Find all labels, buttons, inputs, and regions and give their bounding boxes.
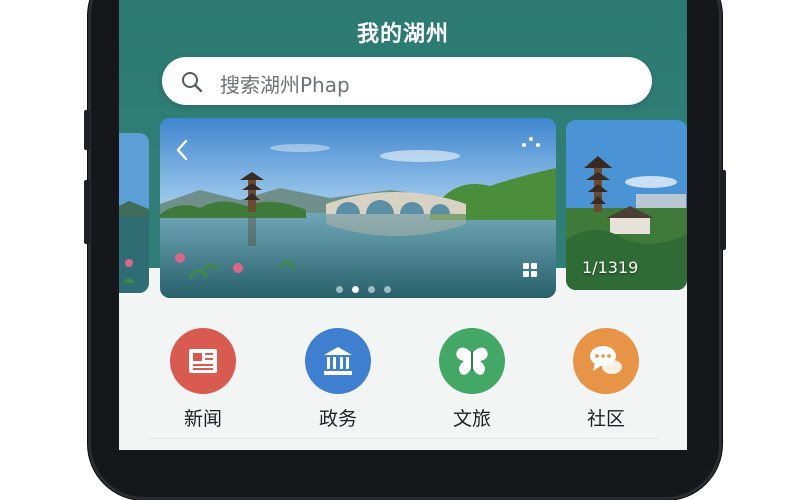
government-building-icon: [305, 328, 371, 394]
quick-access-news[interactable]: 新闻: [148, 328, 258, 431]
more-icon[interactable]: [520, 136, 542, 148]
quick-access-label: 社区: [586, 408, 625, 430]
grid-icon[interactable]: [522, 262, 538, 278]
quick-access-community[interactable]: 社区: [551, 328, 661, 431]
image-counter: 1/1319: [582, 258, 639, 277]
quick-access-culture-tourism[interactable]: 文旅: [417, 328, 527, 431]
newspaper-icon: [170, 328, 236, 394]
lake-bridge-image: [160, 118, 556, 298]
search-input[interactable]: 搜索湖州Phap: [220, 69, 350, 98]
quick-access-label: 文旅: [452, 408, 491, 430]
phone-side-button: [84, 110, 90, 150]
quick-access-government[interactable]: 政务: [283, 328, 393, 431]
chat-bubbles-icon: [573, 328, 639, 394]
page-title: 我的湖州: [356, 22, 449, 47]
carousel-dot-active[interactable]: [352, 286, 359, 293]
carousel-dot[interactable]: [368, 286, 375, 293]
search-icon: [182, 72, 203, 93]
carousel-card-prev[interactable]: [119, 133, 149, 293]
back-icon[interactable]: [174, 138, 190, 162]
carousel-dot[interactable]: [384, 286, 391, 293]
landscape-image: [119, 133, 149, 293]
carousel-card-main[interactable]: [160, 118, 556, 298]
search-bar[interactable]: 搜索湖州Phap: [162, 57, 652, 105]
butterfly-icon: [439, 328, 505, 394]
app-screen: 我的湖州 搜索湖州Phap 1/1319 新闻 政务 文旅 社区: [119, 0, 687, 450]
carousel-dot[interactable]: [336, 286, 343, 293]
divider: [149, 438, 657, 439]
quick-access-label: 政务: [318, 408, 357, 430]
phone-side-button: [720, 170, 726, 250]
phone-side-button: [84, 180, 90, 244]
carousel-pagination: [336, 278, 400, 293]
quick-access-label: 新闻: [183, 408, 222, 430]
carousel-card-next[interactable]: 1/1319: [566, 120, 687, 290]
